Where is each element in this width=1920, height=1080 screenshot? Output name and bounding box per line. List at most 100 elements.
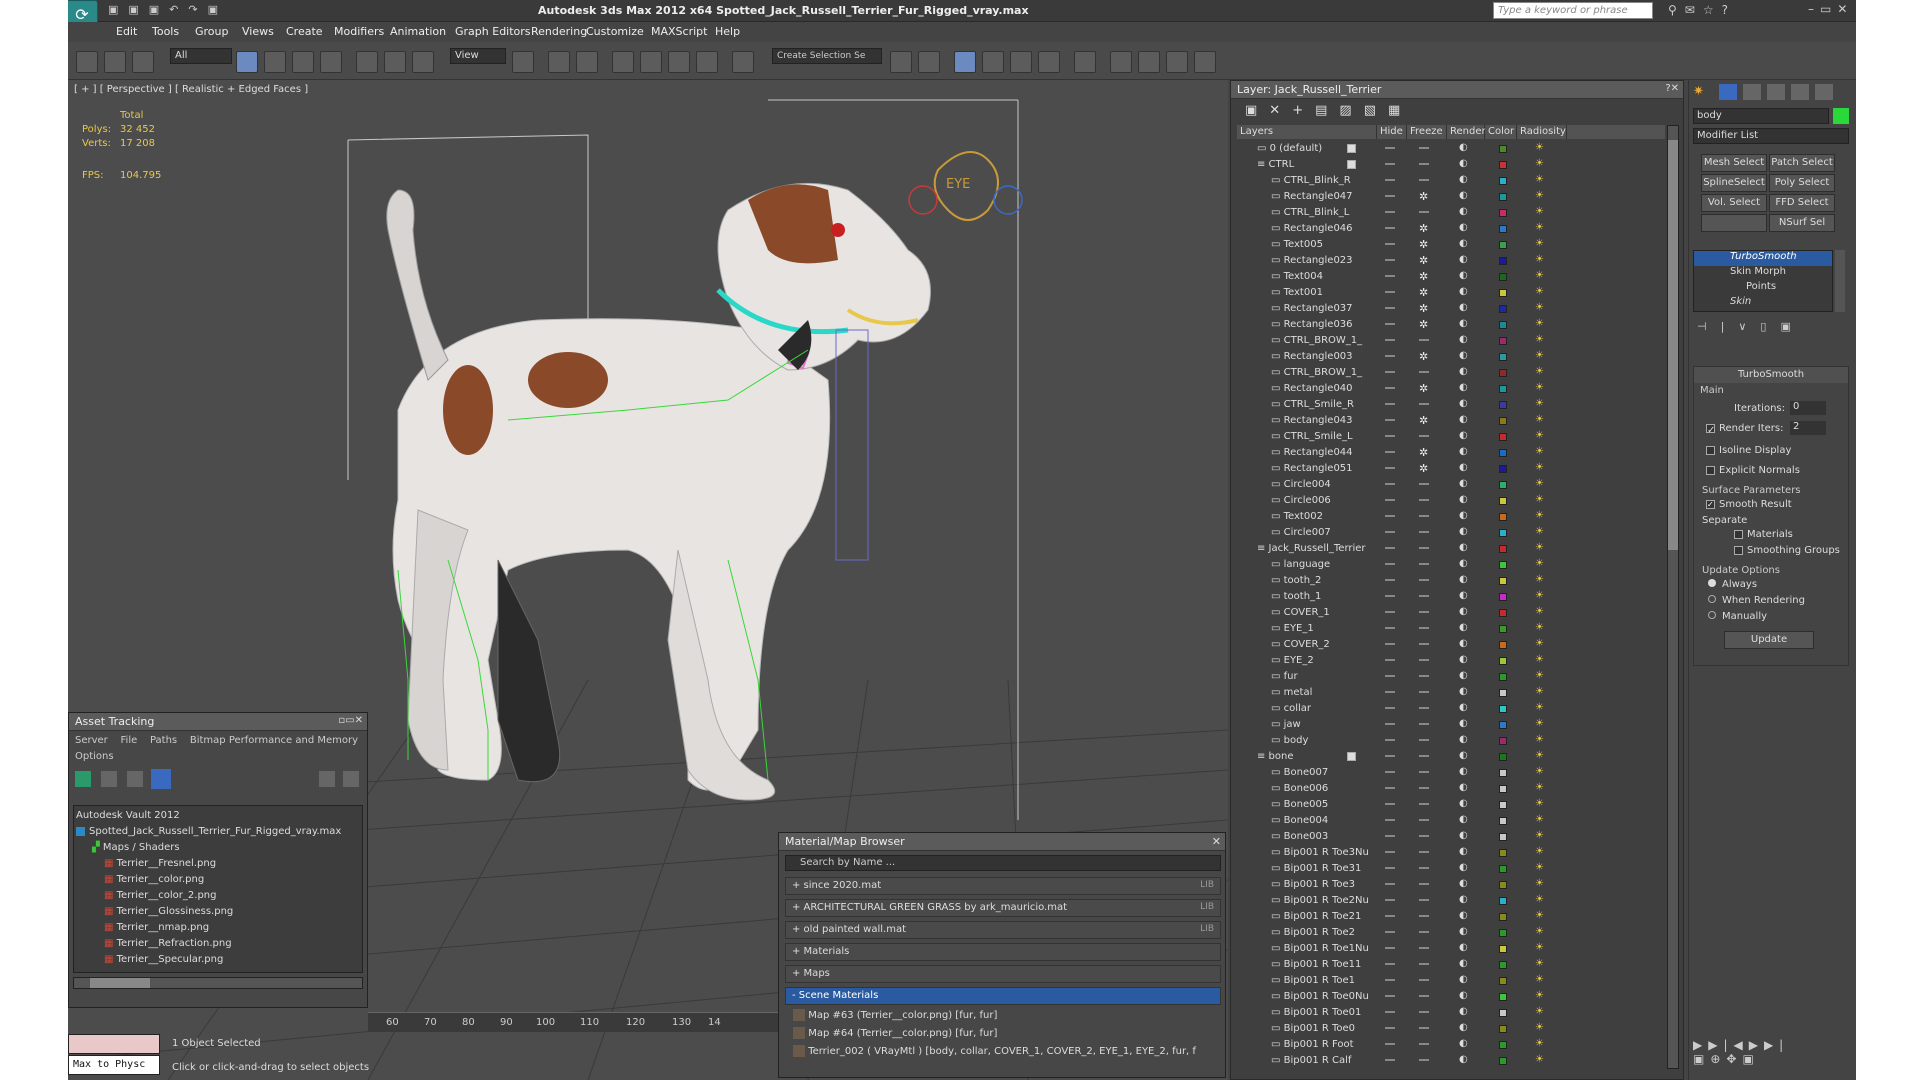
hide-toggle[interactable]: [1385, 531, 1395, 533]
make-unique-icon[interactable]: ∨: [1738, 320, 1760, 333]
layer-row[interactable]: ▭ tooth_2 ◐ ☀: [1237, 573, 1665, 589]
hide-toggle[interactable]: [1385, 195, 1395, 197]
render-icon[interactable]: ◐: [1459, 334, 1468, 345]
layer-name[interactable]: ▭ body: [1271, 735, 1308, 746]
layer-color-swatch[interactable]: [1499, 321, 1507, 329]
freeze-toggle[interactable]: [1419, 579, 1429, 581]
layer-color-swatch[interactable]: [1499, 289, 1507, 297]
render-iters-checkbox[interactable]: ✓: [1706, 423, 1715, 436]
radiosity-icon[interactable]: ☀: [1535, 398, 1544, 409]
layer-row[interactable]: ▭ jaw ◐ ☀: [1237, 717, 1665, 733]
layer-color-swatch[interactable]: [1499, 481, 1507, 489]
hide-toggle[interactable]: [1385, 819, 1395, 821]
render-icon[interactable]: ◐: [1459, 446, 1468, 457]
layer-name[interactable]: ▭ CTRL_Blink_R: [1271, 175, 1351, 186]
render-icon[interactable]: ◐: [1459, 654, 1468, 665]
radiosity-icon[interactable]: ☀: [1535, 574, 1544, 585]
manually-radio[interactable]: Manually: [1708, 611, 1767, 622]
material-editor-icon[interactable]: [1074, 51, 1096, 73]
modifier-stack-item[interactable]: Skin: [1694, 296, 1832, 311]
freeze-toggle[interactable]: [1419, 1027, 1429, 1029]
layer-color-swatch[interactable]: [1499, 769, 1507, 777]
freeze-toggle[interactable]: [1419, 931, 1429, 933]
bind-spacewarp-icon[interactable]: [132, 51, 154, 73]
hide-toggle[interactable]: [1385, 563, 1395, 565]
col-layers[interactable]: Layers: [1237, 125, 1377, 139]
layer-name[interactable]: ▭ COVER_2: [1271, 639, 1330, 650]
radiosity-icon[interactable]: ☀: [1535, 174, 1544, 185]
render-icon[interactable]: ◐: [1459, 830, 1468, 841]
hide-toggle[interactable]: [1385, 1043, 1395, 1045]
library-row[interactable]: + ARCHITECTURAL GREEN GRASS by ark_mauri…: [785, 899, 1221, 917]
asset-menu-paths[interactable]: Paths: [150, 735, 177, 746]
layer-color-swatch[interactable]: [1499, 417, 1507, 425]
rendered-frame-icon[interactable]: [1138, 51, 1160, 73]
freeze-toggle[interactable]: [1419, 979, 1429, 981]
highlight-layer-icon[interactable]: ▨: [1339, 103, 1363, 118]
layer-row[interactable]: ▭ Rectangle003 ✲ ◐ ☀: [1237, 349, 1665, 365]
radiosity-icon[interactable]: ☀: [1535, 686, 1544, 697]
render-icon[interactable]: ◐: [1459, 958, 1468, 969]
freeze-icon[interactable]: ✲: [1419, 190, 1428, 203]
asset-menu-server[interactable]: Server: [75, 735, 108, 746]
layer-name[interactable]: ▭ Rectangle003: [1271, 351, 1353, 362]
hide-toggle[interactable]: [1385, 419, 1395, 421]
layer-row[interactable]: ▭ Rectangle037 ✲ ◐ ☀: [1237, 301, 1665, 317]
remove-modifier-icon[interactable]: ▯: [1760, 320, 1780, 333]
hide-toggle[interactable]: [1385, 979, 1395, 981]
layer-name[interactable]: ▭ tooth_2: [1271, 575, 1321, 586]
radiosity-icon[interactable]: ☀: [1535, 430, 1544, 441]
layer-name[interactable]: ▭ Circle006: [1271, 495, 1331, 506]
render-icon[interactable]: ◐: [1459, 862, 1468, 873]
freeze-toggle[interactable]: [1419, 947, 1429, 949]
radiosity-icon[interactable]: ☀: [1535, 1038, 1544, 1049]
freeze-toggle[interactable]: [1419, 819, 1429, 821]
freeze-toggle[interactable]: [1419, 691, 1429, 693]
render-icon[interactable]: ◐: [1459, 190, 1468, 201]
layer-name[interactable]: ▭ Rectangle036: [1271, 319, 1353, 330]
hide-toggle[interactable]: [1385, 371, 1395, 373]
layer-color-swatch[interactable]: [1499, 401, 1507, 409]
layer-color-swatch[interactable]: [1499, 241, 1507, 249]
empty-modifier-button[interactable]: [1701, 214, 1767, 232]
render-icon[interactable]: ◐: [1459, 894, 1468, 905]
keyboard-shortcut-icon[interactable]: [576, 51, 598, 73]
scene-materials-row[interactable]: - Scene Materials: [785, 987, 1221, 1005]
layer-name[interactable]: ▭ Bone004: [1271, 815, 1328, 826]
layer-row[interactable]: ▭ Text001 ✲ ◐ ☀: [1237, 285, 1665, 301]
modifier-stack-item[interactable]: Points: [1694, 281, 1832, 296]
radiosity-icon[interactable]: ☀: [1535, 446, 1544, 457]
render-icon[interactable]: ◐: [1459, 926, 1468, 937]
hide-toggle[interactable]: [1385, 851, 1395, 853]
vault-row[interactable]: Autodesk Vault 2012: [76, 810, 180, 826]
delete-layer-icon[interactable]: ✕: [1269, 103, 1292, 118]
table-view-icon[interactable]: [151, 769, 171, 789]
layer-color-swatch[interactable]: [1499, 257, 1507, 265]
asset-hscrollbar[interactable]: [73, 977, 363, 989]
radiosity-icon[interactable]: ☀: [1535, 910, 1544, 921]
layer-name[interactable]: ▭ Bip001 R Toe3Nu: [1271, 847, 1369, 858]
layer-color-swatch[interactable]: [1499, 833, 1507, 841]
render-icon[interactable]: ◐: [1459, 414, 1468, 425]
playback-controls[interactable]: ▶▶|◀▶▶|▣⊕✥▣: [1693, 1038, 1853, 1078]
radiosity-icon[interactable]: ☀: [1535, 1022, 1544, 1033]
spinner-snap-icon[interactable]: [696, 51, 718, 73]
motion-tab-icon[interactable]: [1767, 84, 1785, 100]
layer-row[interactable]: ▭ Bip001 R Calf ◐ ☀: [1237, 1053, 1665, 1069]
hide-toggle[interactable]: [1385, 867, 1395, 869]
render-icon[interactable]: ◐: [1459, 1022, 1468, 1033]
layer-color-swatch[interactable]: [1499, 961, 1507, 969]
hide-toggle[interactable]: [1385, 723, 1395, 725]
render-icon[interactable]: ◐: [1459, 686, 1468, 697]
freeze-all-icon[interactable]: ▦: [1388, 103, 1412, 118]
layer-name[interactable]: ▭ Circle007: [1271, 527, 1331, 538]
layer-window-controls[interactable]: ?✕: [1665, 83, 1679, 94]
radiosity-icon[interactable]: ☀: [1535, 350, 1544, 361]
render-icon[interactable]: ◐: [1459, 366, 1468, 377]
layer-color-swatch[interactable]: [1499, 465, 1507, 473]
freeze-toggle[interactable]: [1419, 643, 1429, 645]
schematic-view-icon[interactable]: [1038, 51, 1060, 73]
freeze-toggle[interactable]: [1419, 723, 1429, 725]
layer-name[interactable]: ▭ CTRL_BROW_1_: [1271, 367, 1362, 378]
radiosity-icon[interactable]: ☀: [1535, 798, 1544, 809]
